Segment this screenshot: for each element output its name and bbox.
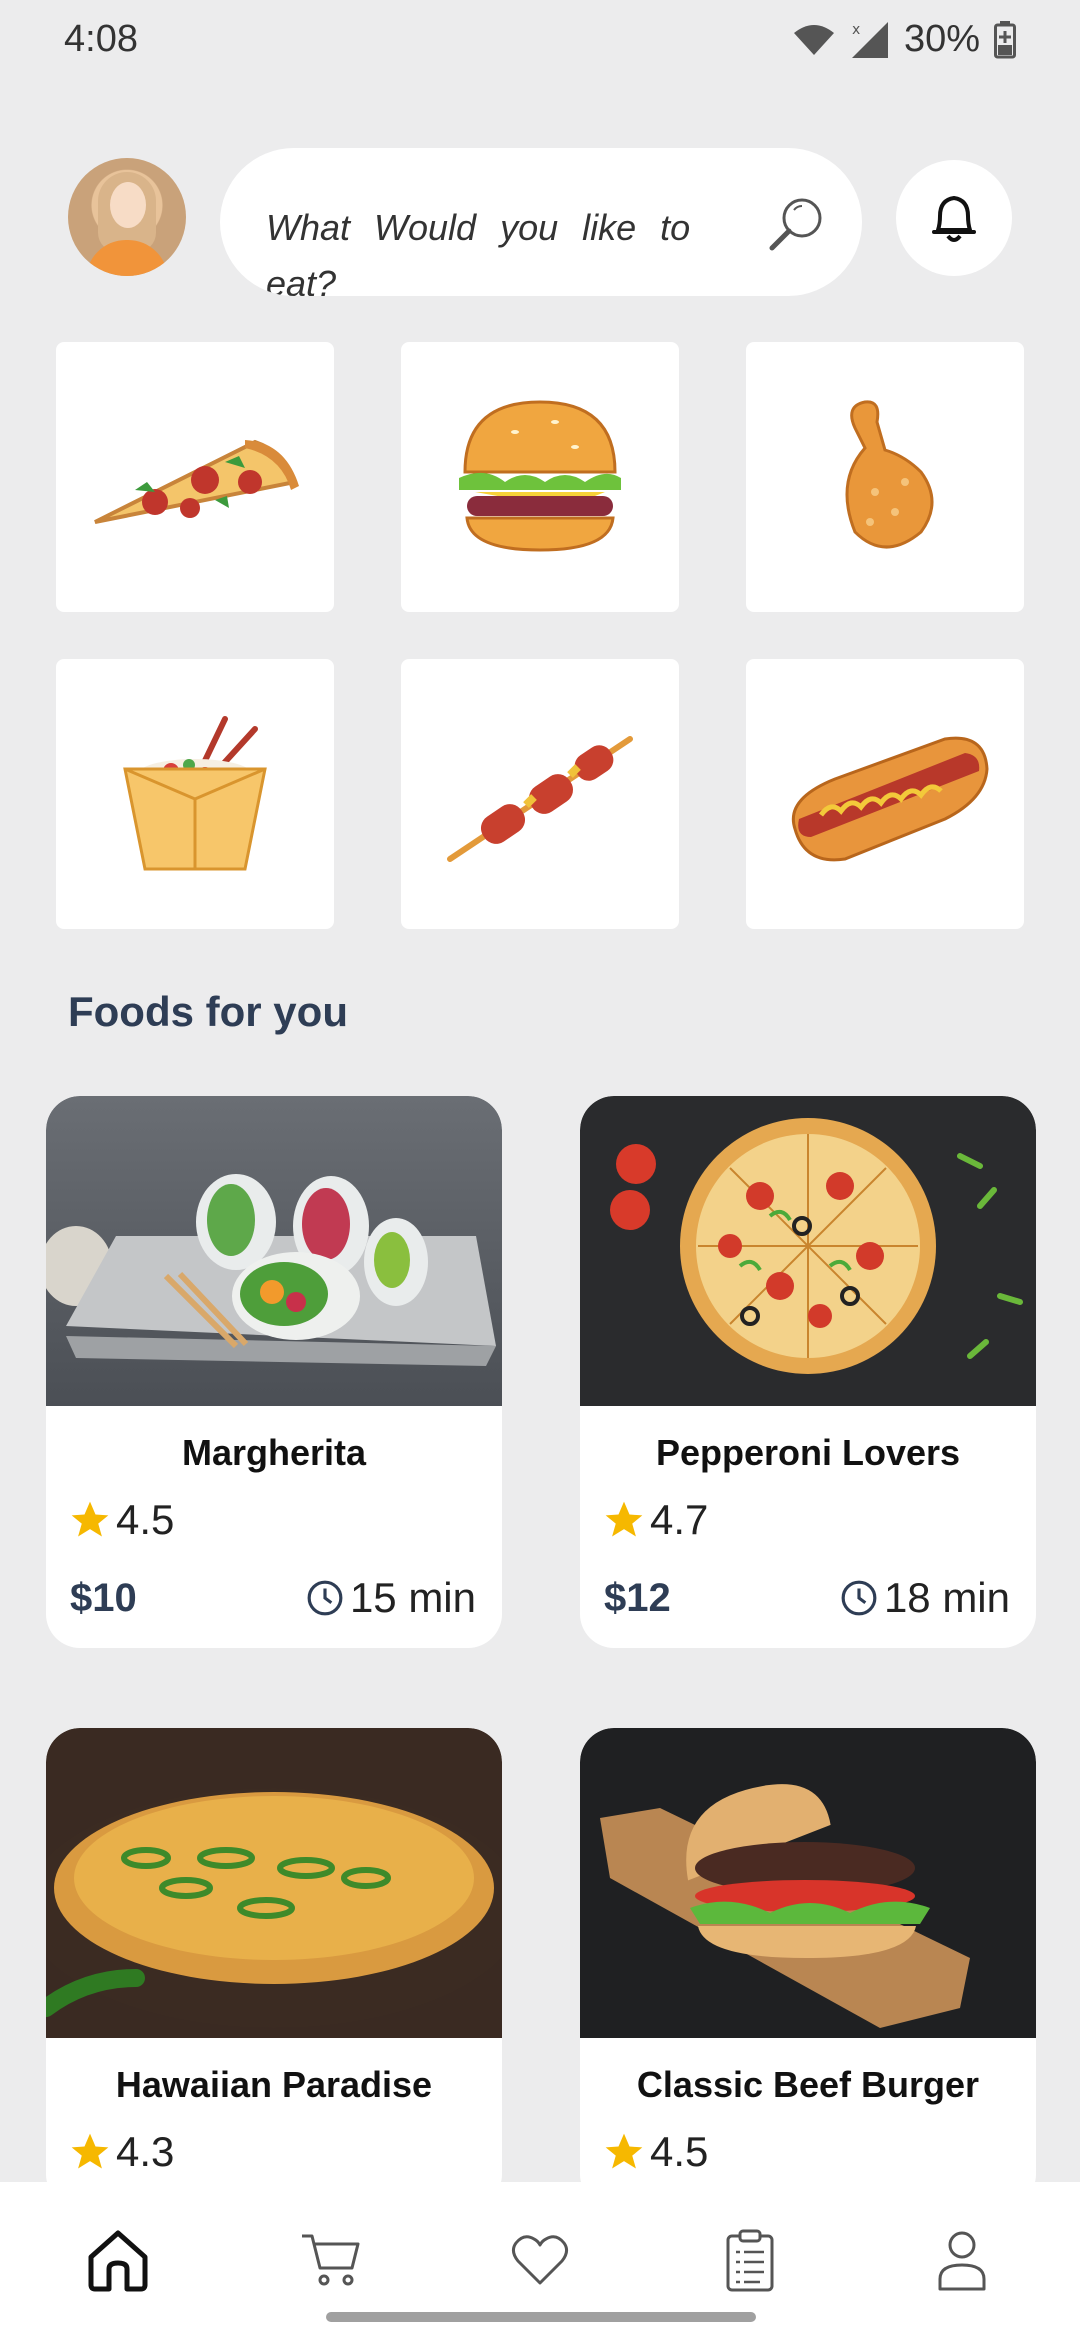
pizza-icon: [94, 439, 299, 524]
rating: 4.3: [68, 2128, 502, 2176]
chicken-leg-icon: [845, 400, 934, 549]
time-value: 15 min: [349, 1574, 476, 1621]
price: $10: [70, 1575, 137, 1620]
battery-percent: 30%: [903, 18, 980, 60]
clock-icon: [307, 1580, 343, 1616]
home-icon: [88, 2230, 148, 2292]
star-icon: [605, 2133, 643, 2169]
wifi-icon: [793, 24, 834, 55]
food-image: [580, 1728, 1036, 2038]
section-title: Foods for you: [68, 988, 348, 1035]
svg-text:x: x: [852, 22, 860, 38]
notifications-button[interactable]: [896, 160, 1012, 276]
clipboard-icon: [726, 2229, 774, 2292]
home-indicator[interactable]: [326, 2312, 756, 2322]
category-skewer[interactable]: [401, 659, 679, 929]
food-card-pepperoni-lovers[interactable]: Pepperoni Lovers 4.7 $12 18 min: [580, 1096, 1036, 1648]
food-image: [580, 1096, 1036, 1406]
burger-photo: [600, 1784, 970, 2028]
signal-icon: x: [851, 21, 888, 58]
status-icons: x 30%: [792, 18, 1016, 61]
food-name: Pepperoni Lovers: [655, 1432, 961, 1473]
noodle-box-icon: [123, 716, 267, 871]
food-card-classic-beef-burger[interactable]: Classic Beef Burger 4.5: [580, 1728, 1036, 2208]
status-bar: 4:08 x 30%: [0, 0, 1080, 80]
category-noodles[interactable]: [56, 659, 334, 929]
delivery-time: 18 min: [840, 1574, 1010, 1622]
search-icon[interactable]: [764, 192, 828, 256]
category-chicken[interactable]: [746, 342, 1024, 612]
nav-profile[interactable]: [926, 2224, 998, 2296]
food-image: [46, 1728, 502, 2038]
battery-icon: [994, 20, 1016, 58]
nav-cart[interactable]: [294, 2224, 366, 2296]
star-icon: [71, 1501, 109, 1537]
heart-icon: [511, 2235, 569, 2285]
cart-icon: [302, 2234, 360, 2286]
star-icon: [71, 2133, 109, 2169]
rating-value: 4.5: [116, 1496, 175, 1543]
pizza-photo: [610, 1118, 1023, 1374]
spring-rolls-photo: [46, 1174, 496, 1366]
nav-favorites[interactable]: [504, 2224, 576, 2296]
delivery-time: 15 min: [306, 1574, 476, 1622]
rating: 4.5: [602, 2128, 1036, 2176]
category-pizza[interactable]: [56, 342, 334, 612]
time-value: 18 min: [883, 1574, 1010, 1621]
food-card-hawaiian-paradise[interactable]: Hawaiian Paradise 4.3: [46, 1728, 502, 2208]
rating-value: 4.7: [650, 1496, 709, 1543]
user-icon: [938, 2231, 986, 2291]
food-name: Hawaiian Paradise: [115, 2064, 433, 2105]
bell-icon: [932, 196, 976, 242]
rating-value: 4.3: [116, 2128, 175, 2175]
search-placeholder: What Would you like to eat?: [266, 207, 691, 296]
search-input[interactable]: What Would you like to eat?: [220, 148, 862, 296]
clock-icon: [841, 1580, 877, 1616]
avatar[interactable]: [68, 158, 186, 276]
hotdog-icon: [792, 736, 989, 862]
star-icon: [605, 1501, 643, 1537]
nav-orders[interactable]: [714, 2224, 786, 2296]
burger-icon: [459, 400, 621, 552]
category-burger[interactable]: [401, 342, 679, 612]
skewer-icon: [447, 736, 633, 862]
food-name: Classic Beef Burger: [636, 2064, 980, 2105]
food-image: [46, 1096, 502, 1406]
food-card-margherita[interactable]: Margherita 4.5 $10 15 min: [46, 1096, 502, 1648]
category-hotdog[interactable]: [746, 659, 1024, 929]
status-time: 4:08: [64, 18, 138, 60]
rating: 4.5: [68, 1496, 502, 1544]
rating: 4.7: [602, 1496, 1036, 1544]
nav-home[interactable]: [82, 2224, 154, 2296]
rating-value: 4.5: [650, 2128, 709, 2175]
food-name: Margherita: [181, 1432, 367, 1473]
price: $12: [604, 1575, 671, 1620]
hawaiian-pizza-photo: [46, 1788, 502, 2028]
